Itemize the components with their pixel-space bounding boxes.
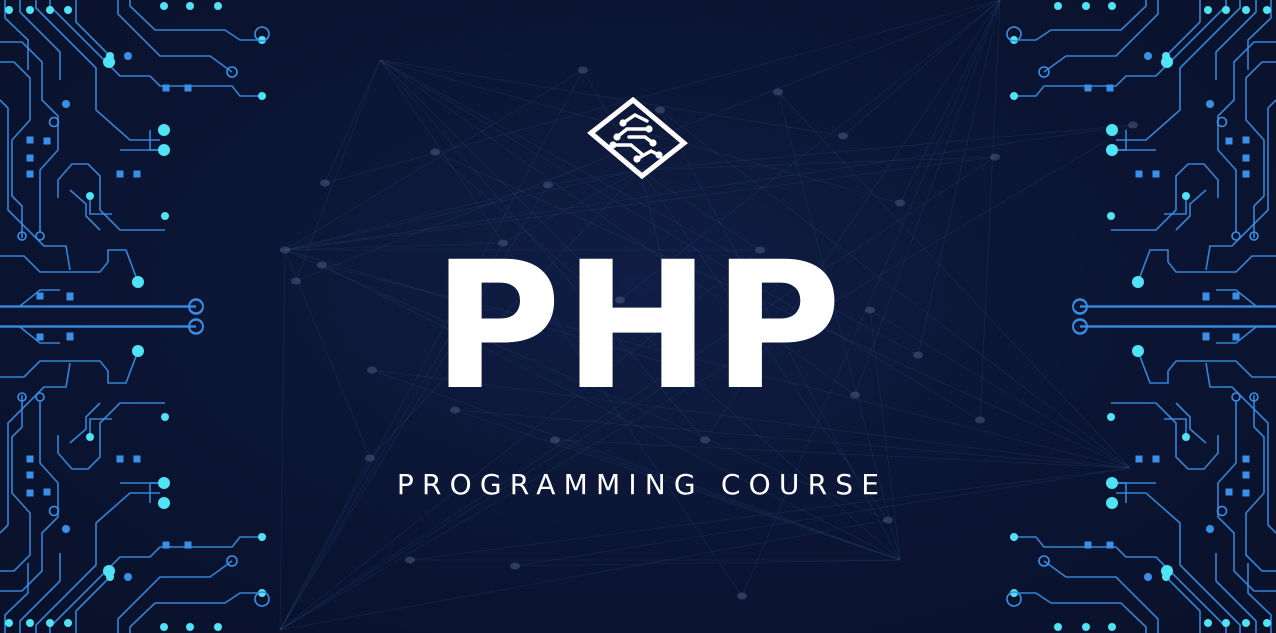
course-subtitle: PROGRAMMING COURSE [396,468,888,501]
course-title: PHP [432,224,844,429]
circuit-chip-icon [587,97,688,179]
php-course-banner: PHP PROGRAMMING COURSE [0,0,1276,633]
